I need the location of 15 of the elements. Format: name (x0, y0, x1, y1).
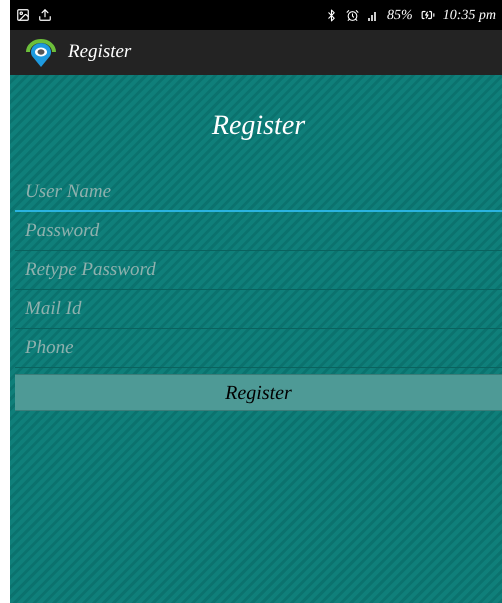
input-field[interactable]: Password (15, 212, 502, 251)
battery-icon (420, 8, 435, 22)
form-heading: Register (210, 109, 306, 143)
input-field[interactable]: Phone (15, 329, 502, 368)
input-field[interactable]: Retype Password (15, 251, 502, 290)
input-field[interactable]: Mail Id (15, 290, 502, 329)
alarm-icon (346, 8, 360, 22)
location-pin-icon (24, 38, 58, 68)
clock: 10:35 pm (442, 6, 496, 24)
input-field[interactable]: User Name (15, 173, 502, 212)
upload-icon (38, 8, 52, 22)
battery-percent: 85% (387, 6, 413, 24)
register-button[interactable]: Register (15, 374, 502, 411)
app-title: Register (68, 40, 132, 64)
picture-icon (16, 8, 30, 22)
